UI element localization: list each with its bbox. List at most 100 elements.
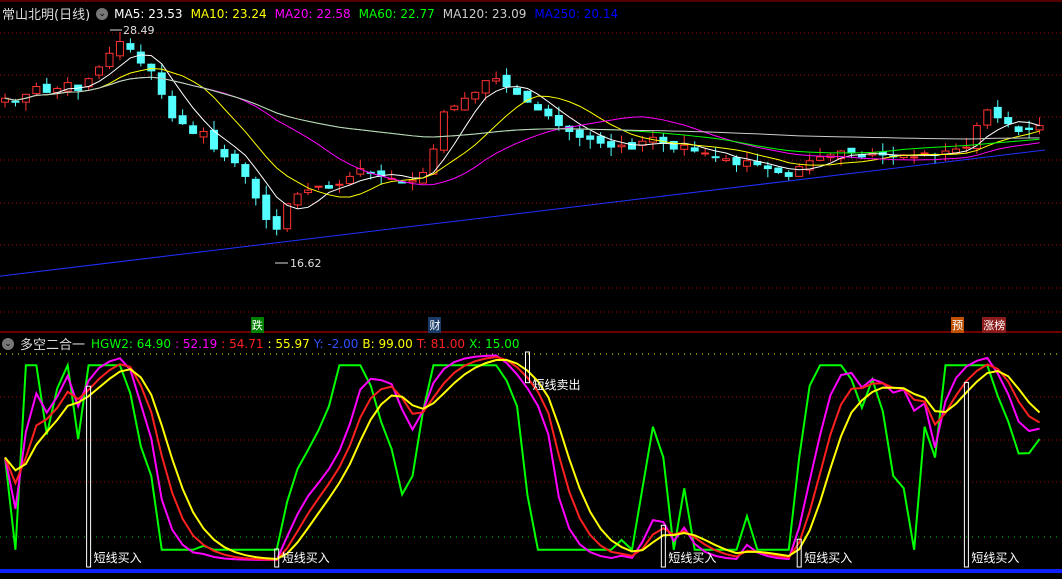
candle bbox=[502, 74, 511, 87]
candle bbox=[596, 135, 605, 144]
candle bbox=[324, 185, 333, 189]
bottom-bar bbox=[0, 569, 1062, 573]
indicator-value: B: 99.00 bbox=[362, 336, 413, 351]
candle bbox=[784, 172, 793, 177]
stock-title: 常山北明(日线) bbox=[2, 8, 91, 23]
candle bbox=[168, 95, 177, 119]
buy-signal-bar bbox=[86, 385, 92, 568]
candle bbox=[607, 141, 616, 148]
candle bbox=[983, 109, 992, 126]
candle bbox=[481, 80, 490, 94]
candle bbox=[1035, 125, 1044, 131]
candle bbox=[408, 179, 417, 183]
buy-signal-label: 短线买入 bbox=[281, 551, 330, 565]
candle bbox=[429, 148, 438, 175]
candle bbox=[1025, 127, 1034, 131]
ma250-line bbox=[0, 149, 1046, 277]
candle bbox=[680, 144, 689, 150]
buy-signal-label: 短线买入 bbox=[804, 551, 853, 565]
candle bbox=[617, 144, 626, 148]
candle bbox=[763, 165, 772, 170]
candle bbox=[32, 85, 41, 95]
high-price-label: 28.49 bbox=[123, 24, 155, 37]
candle bbox=[774, 167, 783, 174]
candle bbox=[450, 105, 459, 111]
candle bbox=[105, 52, 114, 68]
price-legend: 常山北明(日线) ⌄ MA5: 23.53 MA10: 23.24 MA20: 22… bbox=[2, 4, 619, 24]
indicator-value: : 54.71 bbox=[221, 336, 264, 351]
candle bbox=[157, 72, 166, 95]
candle bbox=[1014, 126, 1023, 132]
event-tag[interactable]: 预 bbox=[950, 317, 964, 333]
candle bbox=[262, 194, 271, 220]
indicator-value: : 52.19 bbox=[175, 336, 218, 351]
stock-chart[interactable]: 28.49 16.62 bbox=[0, 0, 1062, 579]
candle bbox=[544, 108, 553, 117]
candle bbox=[993, 106, 1002, 119]
candle bbox=[471, 91, 480, 100]
indicator-value: : 55.97 bbox=[267, 336, 310, 351]
ma-value: MA250: 20.14 bbox=[534, 6, 619, 21]
candle bbox=[910, 156, 919, 159]
candle bbox=[628, 142, 636, 150]
candle bbox=[230, 153, 239, 164]
candle bbox=[345, 175, 354, 185]
indicator-value: Y: -2.00 bbox=[313, 336, 359, 351]
candle bbox=[115, 41, 124, 57]
buy-signal-label: 短线买入 bbox=[971, 551, 1020, 565]
candle bbox=[95, 66, 104, 76]
candle bbox=[962, 146, 971, 149]
candle bbox=[220, 149, 229, 158]
candle bbox=[11, 100, 20, 103]
buy-signal-label: 短线买入 bbox=[93, 551, 142, 565]
candle bbox=[533, 104, 542, 111]
indicator-value: X: 15.00 bbox=[469, 336, 520, 351]
candle bbox=[199, 130, 208, 138]
candle bbox=[711, 156, 720, 159]
buy-signal-bar bbox=[660, 524, 666, 568]
candle bbox=[920, 152, 929, 155]
candle bbox=[178, 115, 187, 125]
candle bbox=[795, 166, 804, 177]
candle bbox=[147, 63, 156, 72]
chevron-down-icon[interactable]: ⌄ bbox=[96, 7, 109, 20]
candle bbox=[554, 115, 563, 127]
candle bbox=[335, 183, 344, 186]
candle bbox=[690, 147, 699, 152]
candle bbox=[732, 157, 741, 166]
sell-signal-label: 短线卖出 bbox=[532, 378, 581, 392]
hgw2-line bbox=[4, 361, 1041, 552]
candle bbox=[513, 87, 522, 95]
chevron-down-icon[interactable]: ⌄ bbox=[2, 337, 14, 350]
ma-value: MA5: 23.53 bbox=[114, 6, 183, 21]
ma-value: MA10: 23.24 bbox=[190, 6, 267, 21]
indicator-value: HGW2: 64.90 bbox=[91, 336, 172, 351]
buy-signal-label: 短线买入 bbox=[668, 551, 717, 565]
indicator-title: 多空二合一 bbox=[20, 338, 86, 353]
low-price-label: 16.62 bbox=[290, 257, 322, 270]
indicator-legend: ⌄ 多空二合一 HGW2: 64.90: 52.19: 54.71: 55.97… bbox=[2, 334, 520, 353]
yellow-line bbox=[4, 359, 1041, 561]
event-tag[interactable]: 涨榜 bbox=[982, 317, 1007, 333]
candle bbox=[42, 83, 51, 93]
candle bbox=[816, 156, 825, 161]
indicator-value: T: 81.00 bbox=[416, 336, 466, 351]
candle bbox=[189, 125, 198, 134]
candle bbox=[742, 160, 751, 167]
event-tag[interactable]: 财 bbox=[428, 317, 442, 333]
candle bbox=[701, 152, 710, 155]
ma-value: MA20: 22.58 bbox=[274, 6, 351, 21]
ma-value: MA60: 22.77 bbox=[358, 6, 435, 21]
candle bbox=[722, 158, 731, 162]
buy-signal-bar bbox=[963, 381, 969, 568]
candle bbox=[136, 51, 145, 64]
ma-value: MA120: 23.09 bbox=[442, 6, 527, 21]
candle bbox=[586, 135, 595, 140]
candle bbox=[293, 193, 302, 206]
candle bbox=[492, 78, 501, 82]
candle bbox=[460, 97, 469, 111]
candle bbox=[439, 111, 448, 151]
candle bbox=[304, 189, 313, 194]
candle bbox=[575, 129, 584, 138]
event-tag[interactable]: 跌 bbox=[250, 317, 264, 333]
